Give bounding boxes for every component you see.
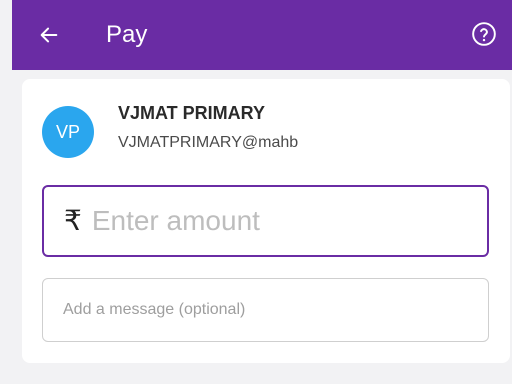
payee-upi-id: VJMATPRIMARY@mahb <box>118 134 299 151</box>
app-header: Pay <box>12 0 512 70</box>
payment-card: VP VJMAT PRIMARY VJMATPRIMARY@mahb ₹ <box>22 79 510 363</box>
help-circle-icon <box>472 22 496 46</box>
arrow-left-icon <box>40 27 58 43</box>
amount-field[interactable]: ₹ <box>42 185 489 257</box>
help-button[interactable] <box>470 20 498 48</box>
pay-screen: Pay VP VJMAT PRIMARY VJMATPRIMARY@mahb ₹ <box>0 0 512 384</box>
back-button[interactable] <box>34 20 64 50</box>
avatar: VP <box>42 106 94 158</box>
message-field[interactable] <box>42 278 489 342</box>
message-input[interactable] <box>63 301 463 319</box>
amount-input[interactable] <box>91 205 462 237</box>
page-title: Pay <box>106 21 148 48</box>
payee-name: VJMAT PRIMARY <box>118 103 266 123</box>
rupee-icon: ₹ <box>64 204 82 237</box>
